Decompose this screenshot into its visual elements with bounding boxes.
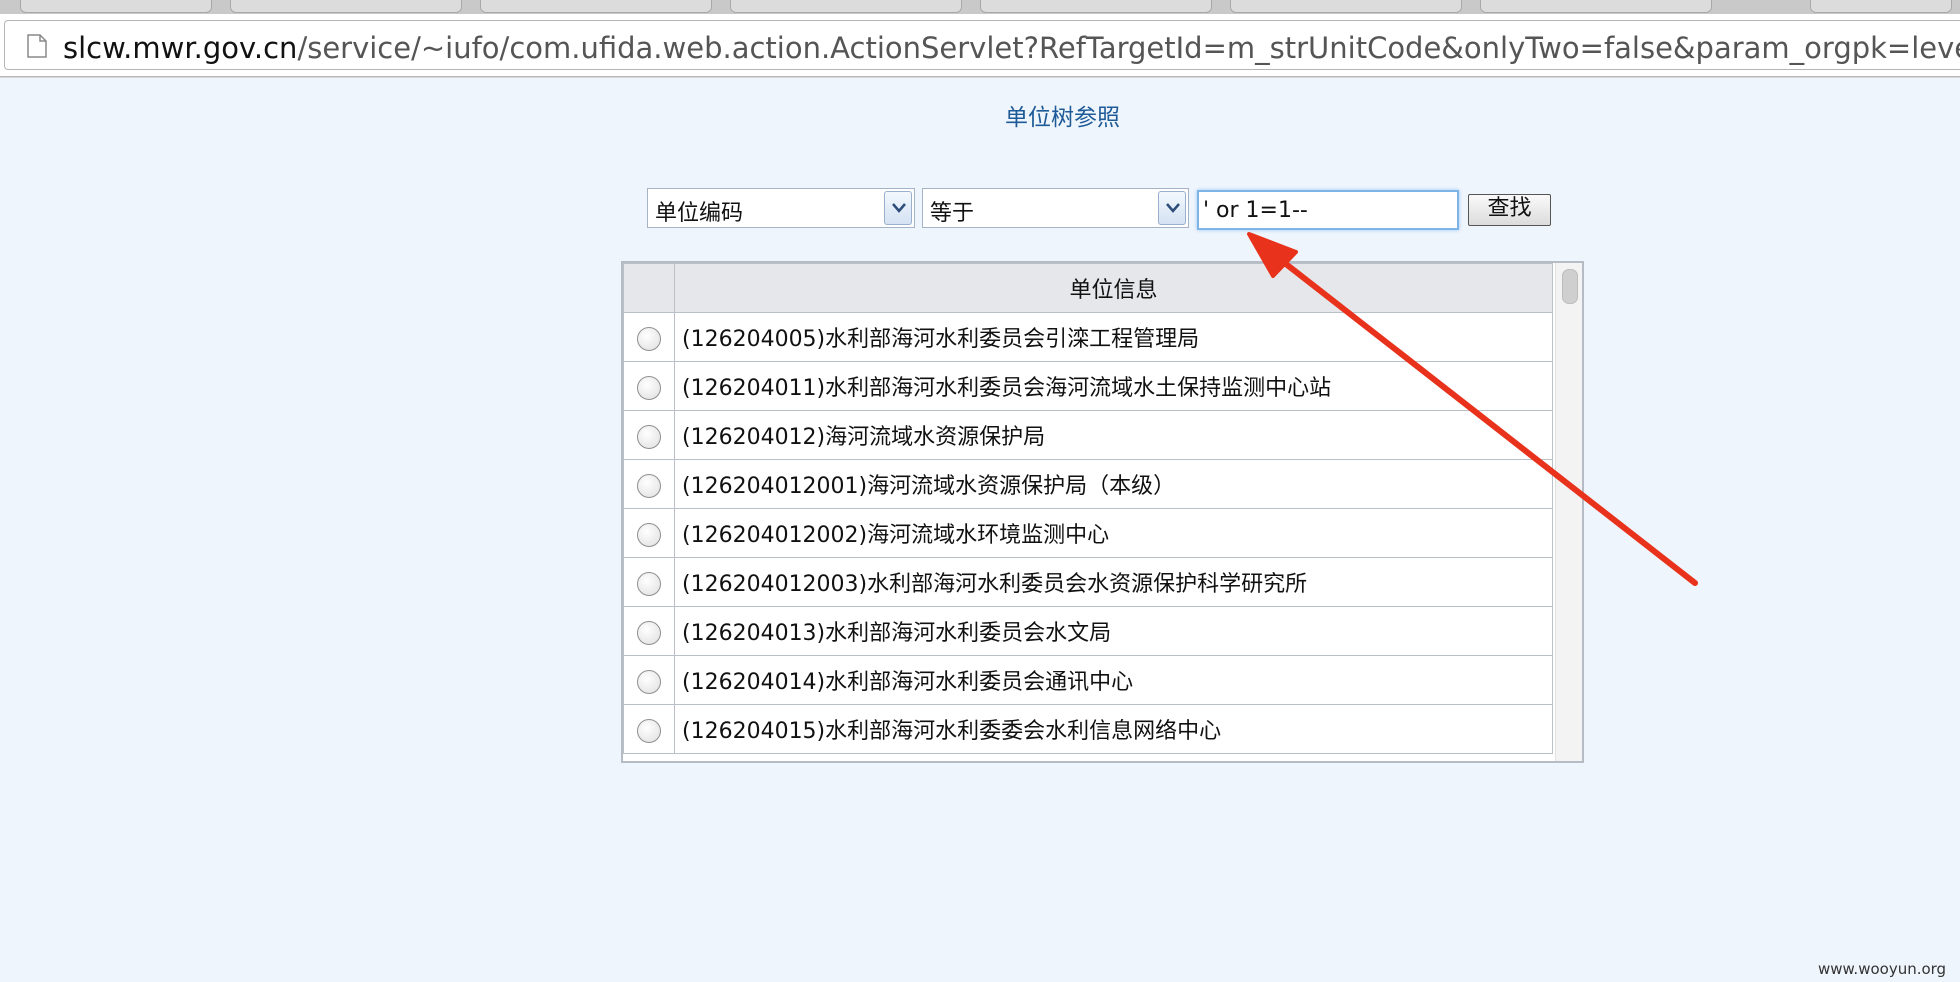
browser-tab[interactable] <box>20 0 212 13</box>
browser-tab[interactable] <box>730 0 962 13</box>
browser-tab[interactable] <box>230 0 462 13</box>
row-radio[interactable] <box>637 523 661 547</box>
row-radio[interactable] <box>637 327 661 351</box>
unit-cell: (126204012002)海河流域水环境监测中心 <box>674 508 1553 558</box>
unit-cell: (126204012003)水利部海河水利委员会水资源保护科学研究所 <box>674 557 1553 607</box>
unit-cell: (126204012)海河流域水资源保护局 <box>674 410 1553 460</box>
scroll-thumb[interactable] <box>1562 269 1578 304</box>
operator-select[interactable]: 等于 <box>922 188 1189 228</box>
unit-cell: (126204013)水利部海河水利委员会水文局 <box>674 606 1553 656</box>
unit-table: 单位信息 (126204005)水利部海河水利委员会引滦工程管理局 (12620… <box>623 263 1553 754</box>
table-row[interactable]: (126204012)海河流域水资源保护局 <box>623 410 1553 460</box>
radio-column-header <box>623 263 675 313</box>
row-radio[interactable] <box>637 572 661 596</box>
find-button[interactable]: 查找 <box>1468 194 1551 226</box>
row-radio[interactable] <box>637 376 661 400</box>
watermark: www.wooyun.org <box>1818 960 1947 978</box>
browser-tab[interactable] <box>980 0 1212 13</box>
row-radio[interactable] <box>637 719 661 743</box>
chevron-down-icon[interactable] <box>1158 191 1186 225</box>
table-row[interactable]: (126204014)水利部海河水利委员会通讯中心 <box>623 655 1553 705</box>
field-select-value: 单位编码 <box>655 201 744 226</box>
url-field[interactable]: slcw.mwr.gov.cn/service/~iufo/com.ufida.… <box>4 20 1960 70</box>
unit-cell: (126204011)水利部海河水利委员会海河流域水土保持监测中心站 <box>674 361 1553 411</box>
search-input[interactable] <box>1197 190 1459 230</box>
table-row[interactable]: (126204005)水利部海河水利委员会引滦工程管理局 <box>623 312 1553 362</box>
table-row[interactable]: (126204012001)海河流域水资源保护局（本级） <box>623 459 1553 509</box>
vertical-scrollbar[interactable] <box>1555 263 1582 761</box>
row-radio[interactable] <box>637 474 661 498</box>
field-select[interactable]: 单位编码 <box>647 188 915 228</box>
row-radio[interactable] <box>637 621 661 645</box>
page-icon <box>27 34 47 58</box>
address-bar: slcw.mwr.gov.cn/service/~iufo/com.ufida.… <box>0 14 1960 77</box>
unit-cell: (126204014)水利部海河水利委员会通讯中心 <box>674 655 1553 705</box>
row-radio[interactable] <box>637 425 661 449</box>
url-path: /service/~iufo/com.ufida.web.action.Acti… <box>297 31 1960 65</box>
page-title: 单位树参照 <box>1005 105 1120 131</box>
table-row[interactable]: (126204012002)海河流域水环境监测中心 <box>623 508 1553 558</box>
unit-info-header: 单位信息 <box>674 263 1553 313</box>
browser-tab[interactable] <box>480 0 712 13</box>
unit-cell: (126204015)水利部海河水利委委会水利信息网络中心 <box>674 704 1553 754</box>
table-header-row: 单位信息 <box>623 263 1553 313</box>
row-radio[interactable] <box>637 670 661 694</box>
browser-tab[interactable] <box>1810 0 1952 13</box>
table-row[interactable]: (126204012003)水利部海河水利委员会水资源保护科学研究所 <box>623 557 1553 607</box>
table-row[interactable]: (126204013)水利部海河水利委员会水文局 <box>623 606 1553 656</box>
url-text: slcw.mwr.gov.cn/service/~iufo/com.ufida.… <box>63 31 1960 65</box>
chevron-down-icon[interactable] <box>884 191 912 225</box>
url-host: slcw.mwr.gov.cn <box>63 31 298 65</box>
table-row[interactable]: (126204011)水利部海河水利委员会海河流域水土保持监测中心站 <box>623 361 1553 411</box>
table-row[interactable]: (126204015)水利部海河水利委委会水利信息网络中心 <box>623 704 1553 754</box>
browser-tab[interactable] <box>1480 0 1712 13</box>
browser-tab-strip <box>0 0 1960 14</box>
operator-select-value: 等于 <box>930 201 975 226</box>
unit-info-table: 单位信息 (126204005)水利部海河水利委员会引滦工程管理局 (12620… <box>621 261 1584 763</box>
unit-cell: (126204012001)海河流域水资源保护局（本级） <box>674 459 1553 509</box>
browser-tab[interactable] <box>1230 0 1462 13</box>
unit-cell: (126204005)水利部海河水利委员会引滦工程管理局 <box>674 312 1553 362</box>
